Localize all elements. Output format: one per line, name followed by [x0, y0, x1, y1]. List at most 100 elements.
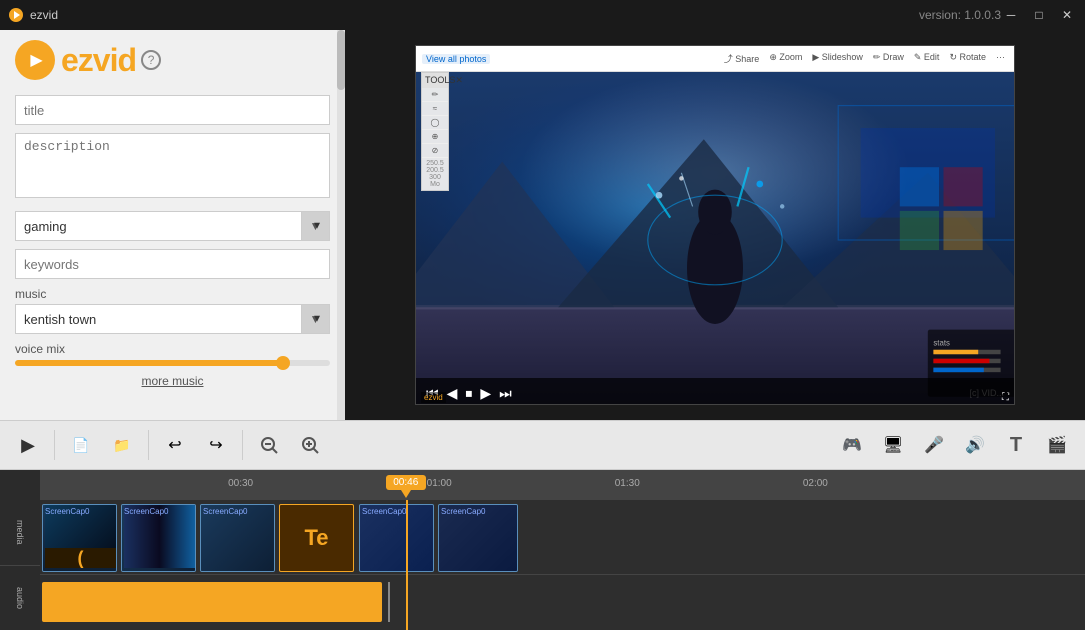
- title-bar: ezvid version: 1.0.0.3 ─ □ ✕: [0, 0, 1085, 30]
- zoom-in-button[interactable]: [292, 427, 328, 463]
- next-next-btn[interactable]: ⏭: [499, 385, 512, 402]
- clip-4[interactable]: ScreenCap0: [359, 504, 434, 572]
- media-track-label: media: [0, 500, 40, 566]
- keywords-input[interactable]: [15, 249, 330, 279]
- zoom-btn[interactable]: ⊕ Zoom: [766, 52, 805, 65]
- logo-icon: [15, 40, 55, 80]
- audio-track[interactable]: [40, 575, 1085, 630]
- clip-2-label: ScreenCap0: [124, 507, 168, 516]
- clip-1[interactable]: ( ScreenCap0: [42, 504, 117, 572]
- audio-marker: [388, 582, 390, 622]
- clip-2-thumb: ScreenCap0: [122, 505, 195, 571]
- redo-button[interactable]: ↪: [198, 427, 234, 463]
- separator-1: [54, 430, 55, 460]
- voice-mix-slider[interactable]: [15, 360, 330, 366]
- preview-area: View all photos ⤴ Share ⊕ Zoom ▶ Slidesh…: [345, 30, 1085, 420]
- new-button[interactable]: 📄: [63, 427, 99, 463]
- description-input[interactable]: [15, 133, 330, 198]
- title-field: [15, 95, 330, 125]
- separator-2: [148, 430, 149, 460]
- clip-5[interactable]: ScreenCap0: [438, 504, 518, 572]
- screen-record-button[interactable]: 🖥: [875, 427, 911, 463]
- clip-2[interactable]: ScreenCap0: [121, 504, 196, 572]
- tool-pencil[interactable]: ✏: [422, 88, 448, 102]
- undo-button[interactable]: ↩: [157, 427, 193, 463]
- voice-mix-label: voice mix: [15, 342, 330, 356]
- clip-1-thumb: ( ScreenCap0: [43, 505, 116, 571]
- preview-window: View all photos ⤴ Share ⊕ Zoom ▶ Slidesh…: [415, 45, 1015, 405]
- speaker-button[interactable]: 🔊: [957, 427, 993, 463]
- share-btn[interactable]: ⤴ Share: [721, 52, 763, 65]
- mark-0030: 00:30: [228, 478, 253, 489]
- panel-scrollbar[interactable]: [337, 30, 345, 420]
- clip-3[interactable]: ScreenCap0: [200, 504, 275, 572]
- slider-thumb: [276, 356, 290, 370]
- draw-btn[interactable]: ✏ Draw: [870, 52, 907, 65]
- category-field: gaming education entertainment ▼: [15, 211, 330, 241]
- title-input[interactable]: [15, 95, 330, 125]
- close-button[interactable]: ✕: [1057, 5, 1077, 25]
- tool-2[interactable]: ≈: [422, 102, 448, 116]
- text-clip[interactable]: Te: [279, 504, 354, 572]
- mark-0130: 01:30: [615, 478, 640, 489]
- playhead: 00:46: [386, 475, 426, 490]
- svg-text:stats: stats: [933, 338, 950, 347]
- audio-wave-1: [42, 582, 382, 622]
- music-select[interactable]: kentish town acoustic jazz: [15, 304, 302, 334]
- left-panel: ezvid ? gaming education entertainment: [0, 30, 345, 420]
- more-btn[interactable]: ···: [993, 52, 1008, 65]
- text-button[interactable]: T: [998, 427, 1034, 463]
- audio-track-label: audio: [0, 566, 40, 630]
- timeline-ruler: 00:46 00:30 01:00 01:30 02:00: [0, 470, 1085, 500]
- preview-content: View all photos ⤴ Share ⊕ Zoom ▶ Slidesh…: [416, 46, 1014, 404]
- window-controls: ─ □ ✕: [1001, 5, 1077, 25]
- text-clip-content: Te: [304, 525, 328, 551]
- description-field: [15, 133, 330, 203]
- gamepad-button[interactable]: 🎮: [834, 427, 870, 463]
- tool-3[interactable]: ◯: [422, 116, 448, 130]
- zoom-out-button[interactable]: [251, 427, 287, 463]
- view-all-btn[interactable]: View all photos: [422, 54, 490, 64]
- minimize-button[interactable]: ─: [1001, 5, 1021, 25]
- slideshow-btn[interactable]: ▶ Slideshow: [809, 52, 865, 65]
- timeline-tracks: media audio ( Screen: [0, 500, 1085, 630]
- edit-btn[interactable]: ✎ Edit: [911, 52, 943, 65]
- audio-gap: [382, 582, 386, 622]
- category-dropdown-btn[interactable]: ▼: [302, 211, 330, 241]
- media-track[interactable]: ( ScreenCap0 ScreenCap0: [40, 500, 1085, 575]
- preview-controls: ⏮ ◀ ⏹ ▶ ⏭ ezvid ⛶: [416, 378, 1014, 404]
- stop-btn[interactable]: ⏹: [465, 385, 472, 402]
- clip-5-label: ScreenCap0: [441, 507, 485, 516]
- film-button[interactable]: 🎬: [1039, 427, 1075, 463]
- music-dropdown-btn[interactable]: ▼: [302, 304, 330, 334]
- separator-3: [242, 430, 243, 460]
- playhead-line: [406, 500, 408, 630]
- clip-1-label: ScreenCap0: [45, 507, 89, 516]
- scrollbar-thumb: [337, 30, 345, 90]
- play-button[interactable]: ▶: [10, 427, 46, 463]
- preview-expand-btn[interactable]: ⛶: [1002, 392, 1009, 403]
- maximize-button[interactable]: □: [1029, 5, 1049, 25]
- preview-inner-content: stats TOOLS✕: [416, 72, 1014, 404]
- timeline: 00:46 00:30 01:00 01:30 02:00 media audi…: [0, 470, 1085, 630]
- mark-0200: 02:00: [803, 478, 828, 489]
- tools-overlay: TOOLS✕ ✏ ≈ ◯ ⊕ ⊘ 250.5200.5300 Mo: [421, 72, 449, 191]
- rotate-btn[interactable]: ↻ Rotate: [946, 52, 989, 65]
- tool-5[interactable]: ⊘: [422, 144, 448, 158]
- mic-button[interactable]: 🎤: [916, 427, 952, 463]
- clip-4-label: ScreenCap0: [362, 507, 406, 516]
- tool-values: 250.5200.5300 Mo: [422, 158, 448, 190]
- game-scene-svg: stats: [416, 72, 1014, 404]
- logo-text: ezvid: [61, 42, 136, 79]
- tool-4[interactable]: ⊕: [422, 130, 448, 144]
- more-music-link[interactable]: more music: [15, 374, 330, 388]
- keywords-field: [15, 249, 330, 279]
- main-layout: ezvid ? gaming education entertainment: [0, 30, 1085, 420]
- category-select[interactable]: gaming education entertainment: [15, 211, 302, 241]
- game-image: stats TOOLS✕: [416, 72, 1014, 404]
- next-btn[interactable]: ▶: [480, 385, 491, 402]
- open-button[interactable]: 📁: [104, 427, 140, 463]
- inner-topbar: View all photos ⤴ Share ⊕ Zoom ▶ Slidesh…: [416, 46, 1014, 72]
- prev-btn[interactable]: ◀: [447, 385, 458, 402]
- help-icon[interactable]: ?: [141, 50, 161, 70]
